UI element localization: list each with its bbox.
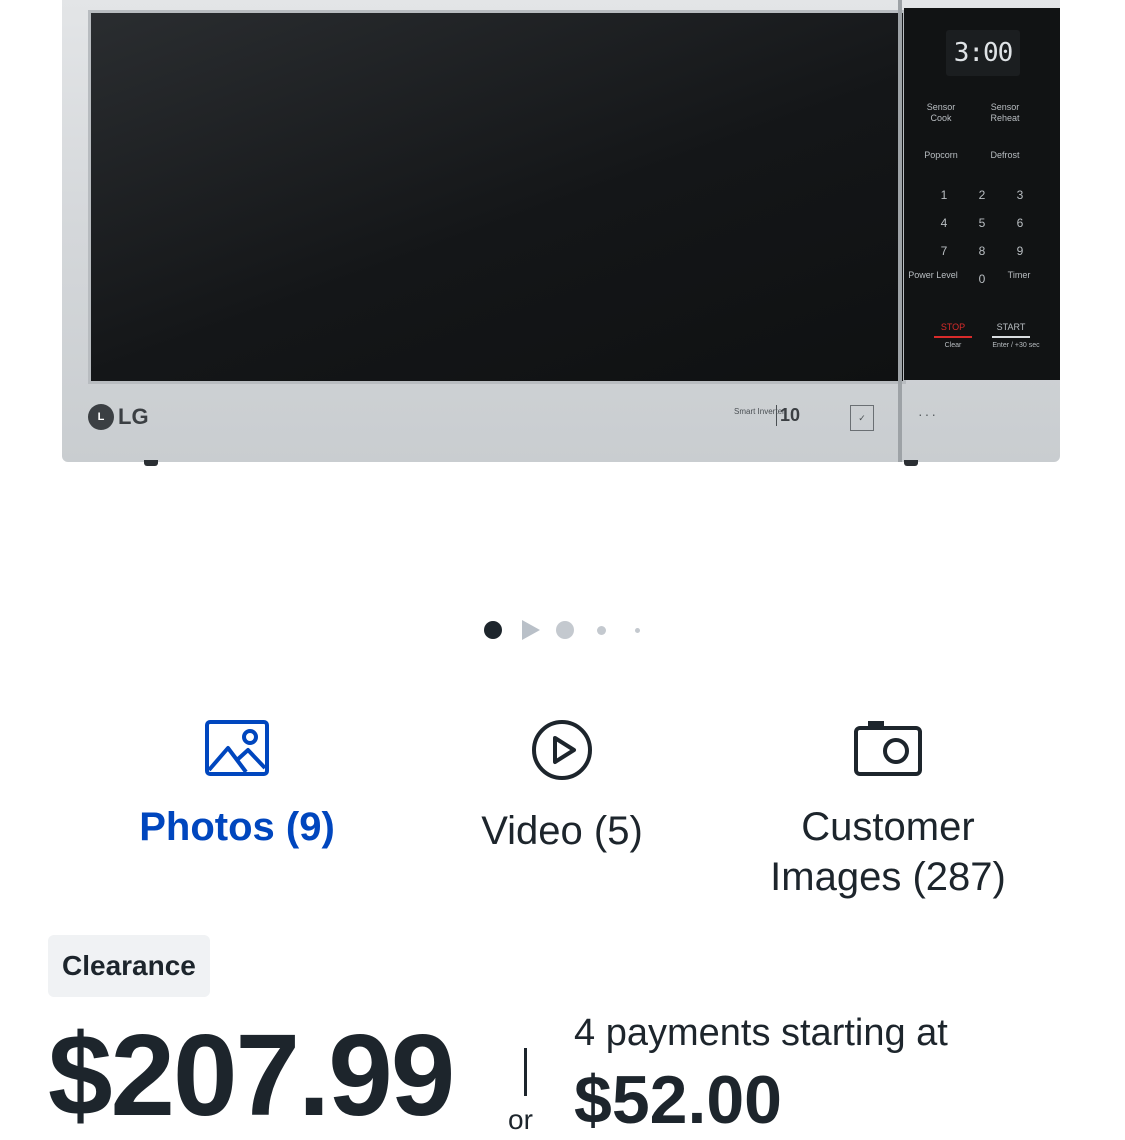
key-power-level: Power Level	[908, 270, 958, 280]
key-8: 8	[978, 244, 986, 258]
clearance-badge: Clearance	[48, 935, 210, 997]
carousel-video-indicator-icon[interactable]	[520, 619, 542, 641]
tab-video-label: Video (5)	[481, 809, 643, 853]
or-text: or	[508, 1104, 533, 1135]
price-divider	[524, 1048, 527, 1096]
carousel-dot[interactable]	[556, 621, 574, 639]
tab-customer-images[interactable]: Customer Images (287)	[738, 718, 1038, 902]
key-stop: STOP	[940, 322, 966, 332]
certification-badge-icon: ✓	[850, 405, 874, 431]
key-popcorn: Popcorn	[924, 150, 958, 160]
tab-customer-images-label: Customer Images (287)	[770, 805, 1006, 899]
key-sensor-cook: Sensor Cook	[926, 102, 956, 123]
key-1: 1	[940, 188, 948, 202]
product-image[interactable]: 3:00 Sensor Cook Sensor Reheat Popcorn D…	[0, 0, 1125, 580]
key-3: 3	[1016, 188, 1024, 202]
key-0: 0	[978, 272, 986, 286]
warranty-years-badge: 10	[776, 405, 800, 426]
payments-text: 4 payments starting at	[574, 1012, 948, 1054]
image-icon	[205, 720, 269, 776]
carousel-dot[interactable]	[635, 628, 640, 633]
key-6: 6	[1016, 216, 1024, 230]
control-panel: 3:00 Sensor Cook Sensor Reheat Popcorn D…	[904, 8, 1060, 380]
lg-logo: L LG	[88, 404, 149, 430]
key-clear: Clear	[944, 342, 962, 349]
key-sensor-reheat: Sensor Reheat	[990, 102, 1020, 123]
microwave-image: 3:00 Sensor Cook Sensor Reheat Popcorn D…	[62, 0, 1060, 466]
key-2: 2	[978, 188, 986, 202]
key-defrost: Defrost	[990, 150, 1020, 160]
display-time: 3:00	[946, 30, 1020, 76]
key-timer: Timer	[1007, 270, 1031, 280]
tab-video[interactable]: Video (5)	[412, 718, 712, 856]
key-7: 7	[940, 244, 948, 258]
lg-logo-mark-icon: L	[88, 404, 114, 430]
tab-photos[interactable]: Photos (9)	[87, 718, 387, 852]
panel-dots-icon: ···	[918, 406, 938, 422]
key-5: 5	[978, 216, 986, 230]
carousel-dot-active[interactable]	[484, 621, 502, 639]
key-start: START	[996, 322, 1026, 332]
key-9: 9	[1016, 244, 1024, 258]
lg-logo-text: LG	[118, 404, 149, 429]
camera-icon	[854, 721, 922, 776]
payment-amount: $52.00	[574, 1062, 782, 1138]
carousel-dot[interactable]	[597, 626, 606, 635]
microwave-door-window	[88, 10, 906, 384]
carousel-indicators	[0, 618, 1125, 642]
tab-photos-label: Photos (9)	[139, 805, 335, 849]
product-price: $207.99	[48, 1010, 455, 1140]
play-circle-icon	[532, 720, 592, 780]
key-4: 4	[940, 216, 948, 230]
key-enter: Enter / +30 sec	[992, 342, 1040, 349]
